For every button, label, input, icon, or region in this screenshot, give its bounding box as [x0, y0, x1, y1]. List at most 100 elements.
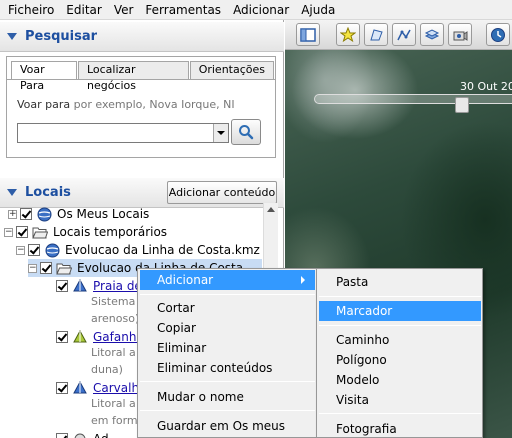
- search-tabs: Voar Para Localizar negócios Orientações: [11, 61, 275, 92]
- path-icon: [397, 29, 411, 40]
- collapse-toggle[interactable]: −: [28, 263, 37, 273]
- menu-editar[interactable]: Editar: [60, 0, 108, 20]
- tree-item-link[interactable]: Praia de: [93, 279, 142, 293]
- submenu-item-visita[interactable]: Visita: [319, 390, 481, 410]
- collapse-toggle[interactable]: −: [16, 245, 25, 255]
- menu-item-label: Adicionar: [157, 273, 214, 287]
- magnifier-icon: [239, 125, 254, 140]
- checkbox[interactable]: [16, 226, 28, 238]
- checkbox[interactable]: [56, 382, 68, 394]
- tree-item-praia[interactable]: Praia de: [56, 277, 142, 295]
- historical-imagery-button[interactable]: [486, 23, 510, 46]
- expand-toggle[interactable]: +: [8, 209, 17, 219]
- add-polygon-button[interactable]: [364, 23, 388, 46]
- menu-item-mudar-nome[interactable]: Mudar o nome: [140, 387, 315, 407]
- checkbox[interactable]: [20, 208, 32, 220]
- menu-bar: Ficheiro Editar Ver Ferramentas Adiciona…: [0, 0, 512, 20]
- tree-item-my-places[interactable]: + Os Meus Locais: [8, 205, 149, 223]
- menu-ver[interactable]: Ver: [108, 0, 140, 20]
- search-panel: Voar Para Localizar negócios Orientações…: [6, 56, 276, 158]
- add-submenu: Pasta Marcador Caminho Polígono Modelo V…: [316, 268, 483, 438]
- fly-to-input[interactable]: [17, 123, 229, 143]
- search-section-header[interactable]: Pesquisar: [0, 22, 284, 52]
- submenu-item-fotografia[interactable]: Fotografia: [319, 419, 481, 438]
- polygon-icon: [370, 28, 383, 40]
- fly-to-label: Voar para: [17, 98, 71, 111]
- pyramid-icon: [72, 330, 88, 344]
- menu-separator: [319, 296, 481, 297]
- tree-item-description: duna): [91, 363, 123, 376]
- tab-localizar-negocios[interactable]: Localizar negócios: [77, 61, 189, 92]
- checkbox[interactable]: [56, 280, 68, 292]
- pyramid-icon: [72, 279, 88, 293]
- submenu-item-caminho[interactable]: Caminho: [319, 330, 481, 350]
- tree-item-kmz[interactable]: − Evolucao da Linha de Costa.kmz: [16, 241, 260, 259]
- search-button[interactable]: [231, 119, 261, 145]
- sidebar-toggle-button[interactable]: [296, 23, 320, 46]
- globe-icon: [44, 243, 60, 257]
- menu-separator: [319, 325, 481, 326]
- tree-item-partial[interactable]: Ad: [56, 430, 109, 438]
- submenu-item-pasta[interactable]: Pasta: [319, 272, 481, 292]
- menu-ajuda[interactable]: Ajuda: [295, 0, 341, 20]
- submenu-item-modelo[interactable]: Modelo: [319, 370, 481, 390]
- menu-item-eliminar[interactable]: Eliminar: [140, 338, 315, 358]
- record-tour-button[interactable]: [448, 23, 472, 46]
- tab-orientacoes[interactable]: Orientações: [189, 61, 274, 79]
- menu-item-cortar[interactable]: Cortar: [140, 298, 315, 318]
- sidebar-icon: [300, 27, 316, 42]
- submenu-item-poligono[interactable]: Polígono: [319, 350, 481, 370]
- tree-item-temporary-places[interactable]: − Locais temporários: [4, 223, 167, 241]
- menu-adicionar[interactable]: Adicionar: [227, 0, 295, 20]
- tree-item-label: Locais temporários: [53, 225, 168, 239]
- submenu-arrow-icon: [301, 276, 305, 284]
- menu-ficheiro[interactable]: Ficheiro: [0, 0, 60, 20]
- time-slider-thumb[interactable]: [455, 97, 469, 113]
- checkbox[interactable]: [56, 433, 68, 438]
- collapse-triangle-icon[interactable]: [7, 33, 17, 40]
- tree-item-description: Sistema: [91, 295, 136, 308]
- tab-voar-para[interactable]: Voar Para: [11, 61, 77, 92]
- pyramid-icon: [72, 381, 88, 395]
- checkbox[interactable]: [56, 331, 68, 343]
- add-content-button[interactable]: Adicionar conteúdo: [167, 181, 277, 204]
- chevron-down-icon: [217, 131, 225, 135]
- globe-icon: [36, 207, 52, 221]
- camera-icon: [453, 30, 468, 41]
- add-placemark-button[interactable]: [336, 23, 360, 46]
- add-path-button[interactable]: [392, 23, 416, 46]
- time-slider-date: 30 Out 20: [460, 80, 512, 93]
- menu-item-adicionar[interactable]: Adicionar: [140, 270, 315, 290]
- collapse-triangle-icon[interactable]: [7, 189, 17, 196]
- tree-item-label: Os Meus Locais: [57, 207, 150, 221]
- history-dropdown-button[interactable]: [213, 124, 228, 142]
- tab-divider: [7, 79, 275, 80]
- menu-ferramentas[interactable]: Ferramentas: [139, 0, 227, 20]
- open-folder-icon: [56, 261, 72, 275]
- map-toolbar: [285, 20, 512, 50]
- tree-item-carvalha[interactable]: Carvalha: [56, 379, 146, 397]
- checkbox[interactable]: [28, 244, 40, 256]
- submenu-item-marcador[interactable]: Marcador: [319, 301, 481, 321]
- menu-separator: [140, 381, 315, 382]
- image-overlay-button[interactable]: [420, 23, 444, 46]
- context-menu: Adicionar Cortar Copiar Eliminar Elimina…: [137, 268, 317, 438]
- collapse-toggle[interactable]: −: [4, 227, 13, 237]
- tree-item-description: arenoso): [91, 312, 140, 325]
- tour-icon: [72, 432, 88, 438]
- menu-item-eliminar-conteudos[interactable]: Eliminar conteúdos: [140, 358, 315, 378]
- menu-separator: [140, 294, 315, 295]
- checkbox[interactable]: [40, 262, 52, 274]
- menu-separator: [319, 413, 481, 414]
- time-slider[interactable]: [314, 94, 512, 104]
- fly-to-example: por exemplo, Nova Iorque, NI: [73, 98, 235, 111]
- pushpin-icon: [340, 26, 356, 42]
- tree-item-gafanha[interactable]: Gafanha: [56, 328, 144, 346]
- menu-separator: [140, 410, 315, 411]
- menu-item-guardar[interactable]: Guardar em Os meus locais: [140, 416, 315, 436]
- tree-item-description: Litoral a: [91, 397, 136, 410]
- scroll-up-icon[interactable]: [267, 207, 275, 212]
- fly-to-hint: Voar para por exemplo, Nova Iorque, NI: [17, 98, 235, 111]
- menu-item-copiar[interactable]: Copiar: [140, 318, 315, 338]
- clock-icon: [491, 27, 505, 42]
